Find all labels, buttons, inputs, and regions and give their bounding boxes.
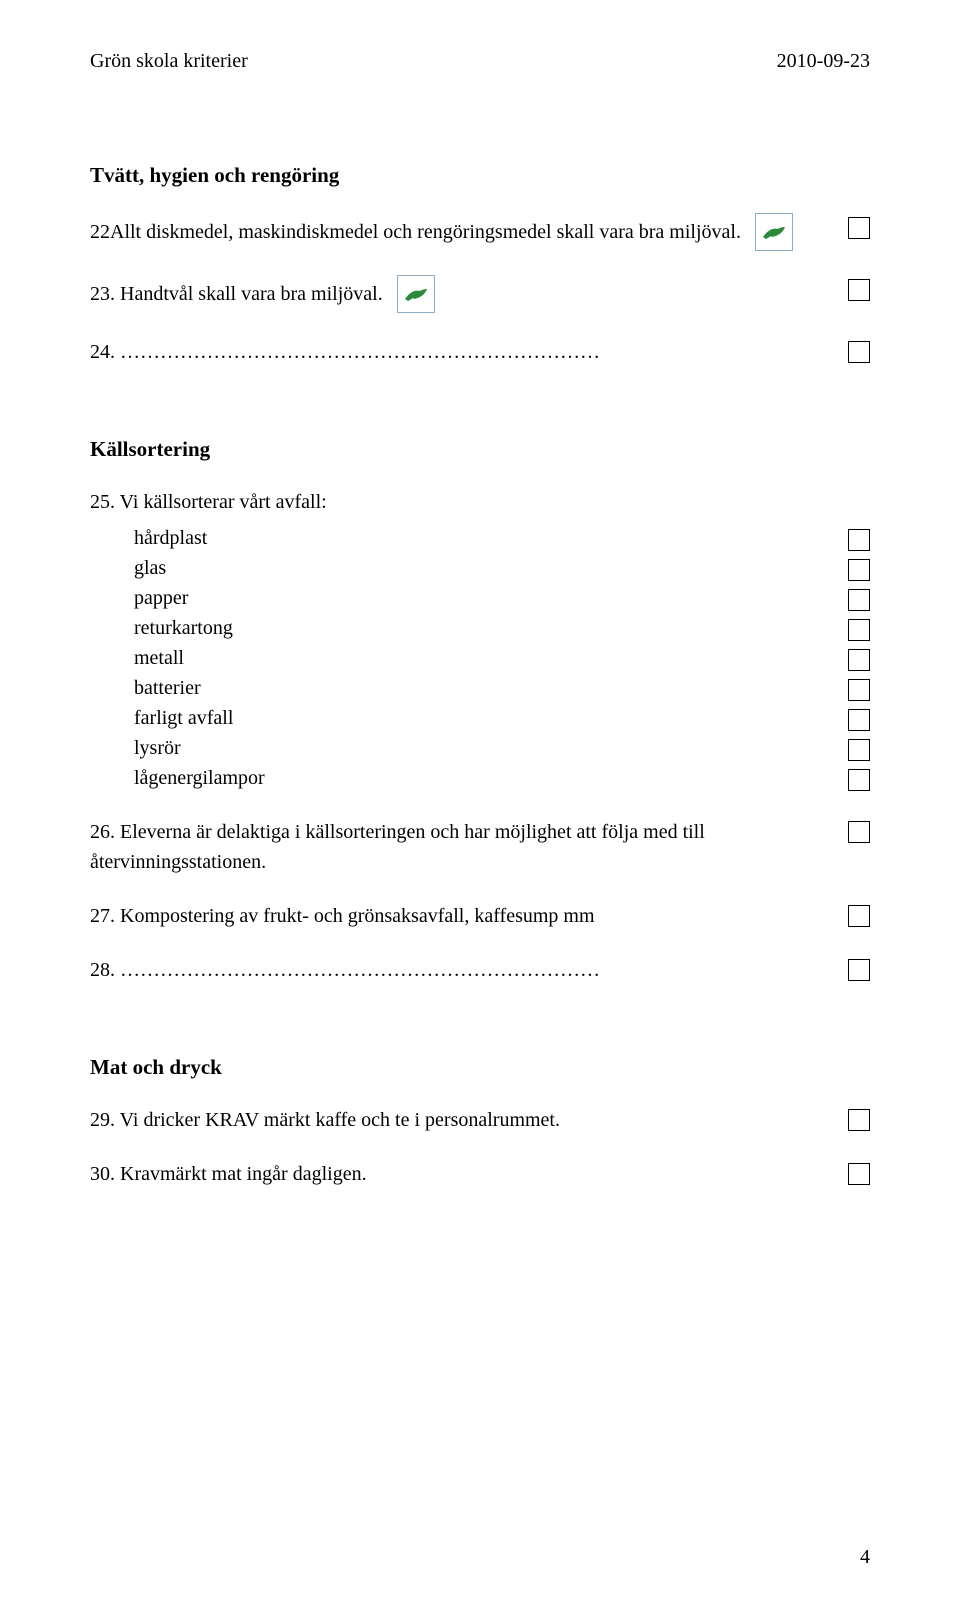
heading-kallsortering: Källsortering (90, 437, 870, 462)
item-30-text: 30. Kravmärkt mat ingår dagligen. (90, 1159, 828, 1189)
eco-label-icon (397, 275, 435, 313)
item-27-text: 27. Kompostering av frukt- och grönsaksa… (90, 901, 828, 931)
item-24-text: 24. ……………………………………………………………… (90, 337, 828, 367)
item-25-sub: batterier (134, 673, 828, 703)
checkbox-28[interactable] (848, 959, 870, 981)
checkbox-25-1[interactable] (848, 559, 870, 581)
checkbox-25-4[interactable] (848, 649, 870, 671)
item-25-sub: metall (134, 643, 828, 673)
heading-mat: Mat och dryck (90, 1055, 870, 1080)
checkbox-25-3[interactable] (848, 619, 870, 641)
checkbox-25-6[interactable] (848, 709, 870, 731)
checkbox-25-2[interactable] (848, 589, 870, 611)
header-left: Grön skola kriterier (90, 50, 248, 73)
checkbox-29[interactable] (848, 1109, 870, 1131)
page-number: 4 (860, 1546, 870, 1569)
item-23-text: 23. Handtvål skall vara bra miljöval. (90, 279, 383, 309)
checkbox-22[interactable] (848, 217, 870, 239)
item-22-text: 22Allt diskmedel, maskindiskmedel och re… (90, 217, 741, 247)
item-29-text: 29. Vi dricker KRAV märkt kaffe och te i… (90, 1105, 828, 1135)
checkbox-25-0[interactable] (848, 529, 870, 551)
item-25-sub: papper (134, 583, 828, 613)
item-25-sub: returkartong (134, 613, 828, 643)
checkbox-23[interactable] (848, 279, 870, 301)
eco-label-icon (755, 213, 793, 251)
checkbox-25-5[interactable] (848, 679, 870, 701)
checkbox-25-7[interactable] (848, 739, 870, 761)
checkbox-26[interactable] (848, 821, 870, 843)
item-25-sub: lysrör (134, 733, 828, 763)
item-28-text: 28. ……………………………………………………………… (90, 955, 828, 985)
header-right: 2010-09-23 (777, 50, 870, 73)
item-25-sub: hårdplast (134, 523, 828, 553)
checkbox-27[interactable] (848, 905, 870, 927)
heading-tvatt: Tvätt, hygien och rengöring (90, 163, 870, 188)
checkbox-25-8[interactable] (848, 769, 870, 791)
item-25-sub: glas (134, 553, 828, 583)
item-25-lead: 25. Vi källsorterar vårt avfall: (90, 487, 870, 517)
item-25-sub: farligt avfall (134, 703, 828, 733)
checkbox-24[interactable] (848, 341, 870, 363)
item-25-sub: lågenergilampor (134, 763, 828, 793)
checkbox-30[interactable] (848, 1163, 870, 1185)
item-26-text: 26. Eleverna är delaktiga i källsorterin… (90, 817, 828, 877)
